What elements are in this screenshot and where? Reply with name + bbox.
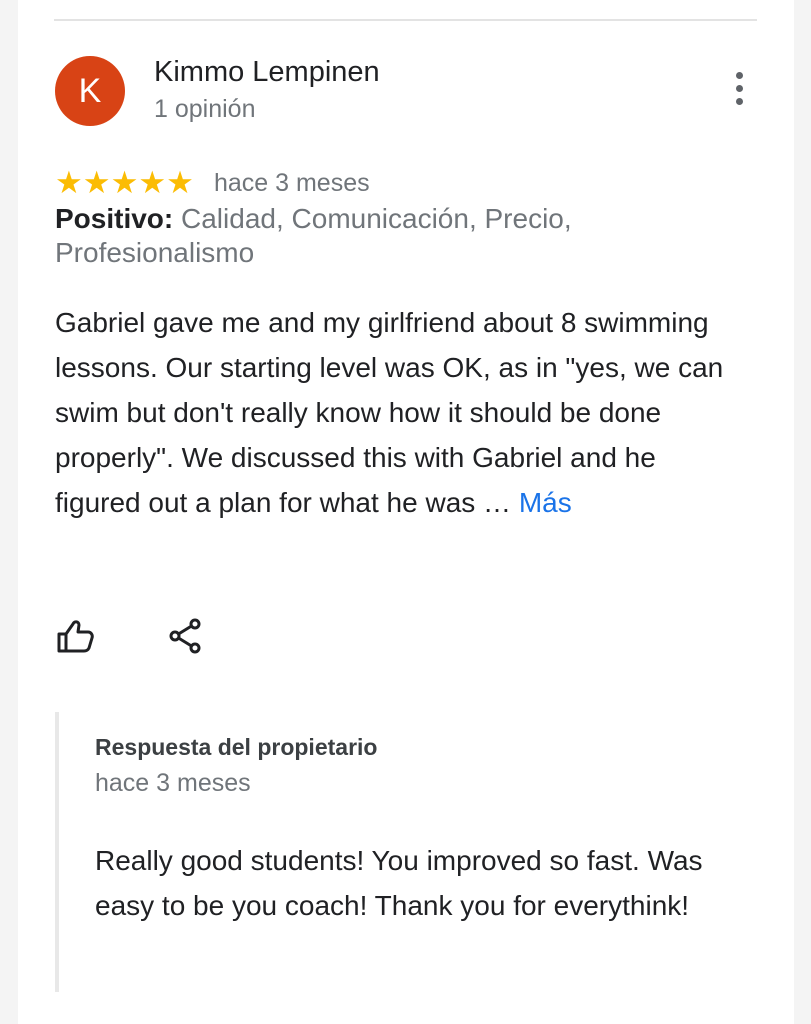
positive-attributes: Positivo: Calidad, Comunicación, Precio,… [55,202,655,270]
avatar[interactable]: K [55,56,125,126]
review-time: hace 3 meses [213,168,370,197]
positive-label: Positivo: [55,203,174,234]
review-text: Gabriel gave me and my girlfriend about … [55,300,745,525]
rating-row: ★★★★★ hace 3 meses [55,166,370,200]
reply-indent-bar [55,712,59,992]
owner-reply-text: Really good students! You improved so fa… [95,845,703,921]
owner-reply-time: hace 3 meses [95,769,251,797]
share-icon[interactable] [164,615,206,657]
star-rating: ★★★★★ [55,165,194,200]
divider [54,19,757,21]
menu-dot [735,97,743,105]
more-vert-icon[interactable] [724,68,754,108]
reviewer-name[interactable]: Kimmo Lempinen [154,56,380,89]
review-actions [55,615,206,657]
review-count: 1 opinión [154,95,256,123]
thumb-up-icon[interactable] [55,615,97,657]
more-link[interactable]: Más [519,487,572,518]
review-body: Gabriel gave me and my girlfriend about … [55,307,724,518]
menu-dot [735,84,743,92]
menu-dot [735,71,743,79]
owner-reply-title: Respuesta del propietario [95,734,378,760]
